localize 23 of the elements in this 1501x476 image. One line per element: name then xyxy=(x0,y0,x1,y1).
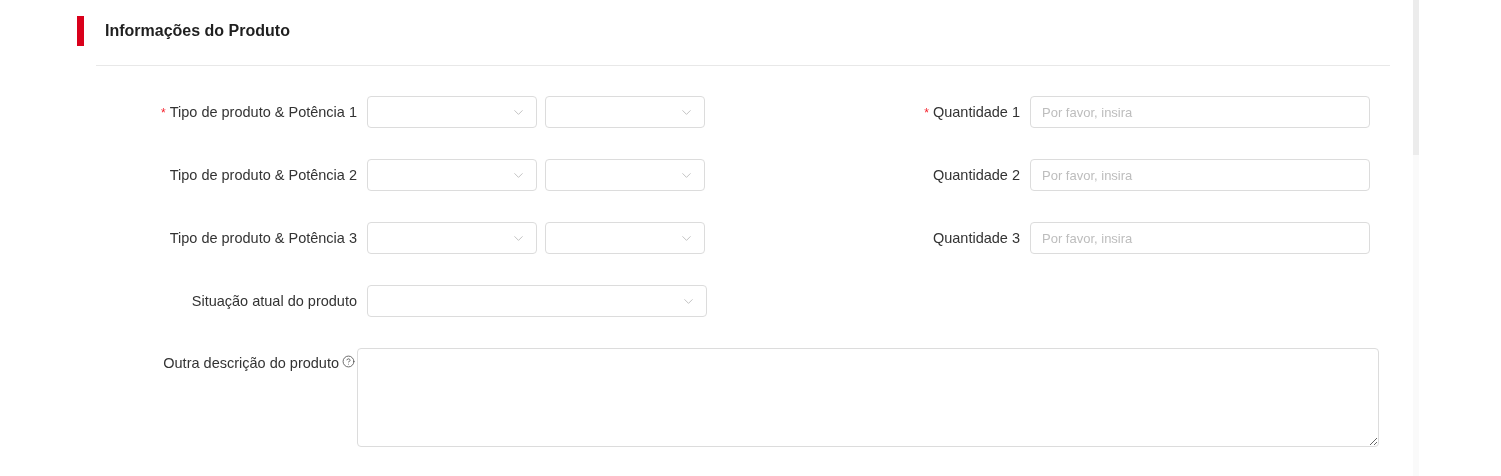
section-title: Informações do Produto xyxy=(105,22,290,40)
select-field[interactable] xyxy=(545,96,705,128)
select-field[interactable] xyxy=(367,285,707,317)
field-label: Tipo de produto & Potência 2 xyxy=(169,167,357,183)
select-field[interactable] xyxy=(367,96,537,128)
field-label: Tipo de produto & Potência 1 xyxy=(169,104,357,120)
help-icon[interactable] xyxy=(342,355,355,368)
field-label: Quantidade 2 xyxy=(932,167,1020,183)
input-field[interactable]: Por favor, insira xyxy=(1030,96,1370,128)
section-accent-bar xyxy=(77,16,84,46)
required-asterisk: * xyxy=(924,106,929,120)
select-field[interactable] xyxy=(545,159,705,191)
field-label: Outra descrição do produto xyxy=(162,354,339,371)
field-label: Quantidade 1 xyxy=(932,104,1020,120)
input-field[interactable]: Por favor, insira xyxy=(1030,159,1370,191)
field-label: Situação atual do produto xyxy=(190,293,357,309)
select-field[interactable] xyxy=(367,222,537,254)
select-field[interactable] xyxy=(545,222,705,254)
select-field[interactable] xyxy=(367,159,537,191)
required-asterisk: * xyxy=(161,106,166,120)
field-label: Quantidade 3 xyxy=(932,230,1020,246)
field-label: Tipo de produto & Potência 3 xyxy=(169,230,357,246)
input-field[interactable]: Por favor, insira xyxy=(1030,222,1370,254)
